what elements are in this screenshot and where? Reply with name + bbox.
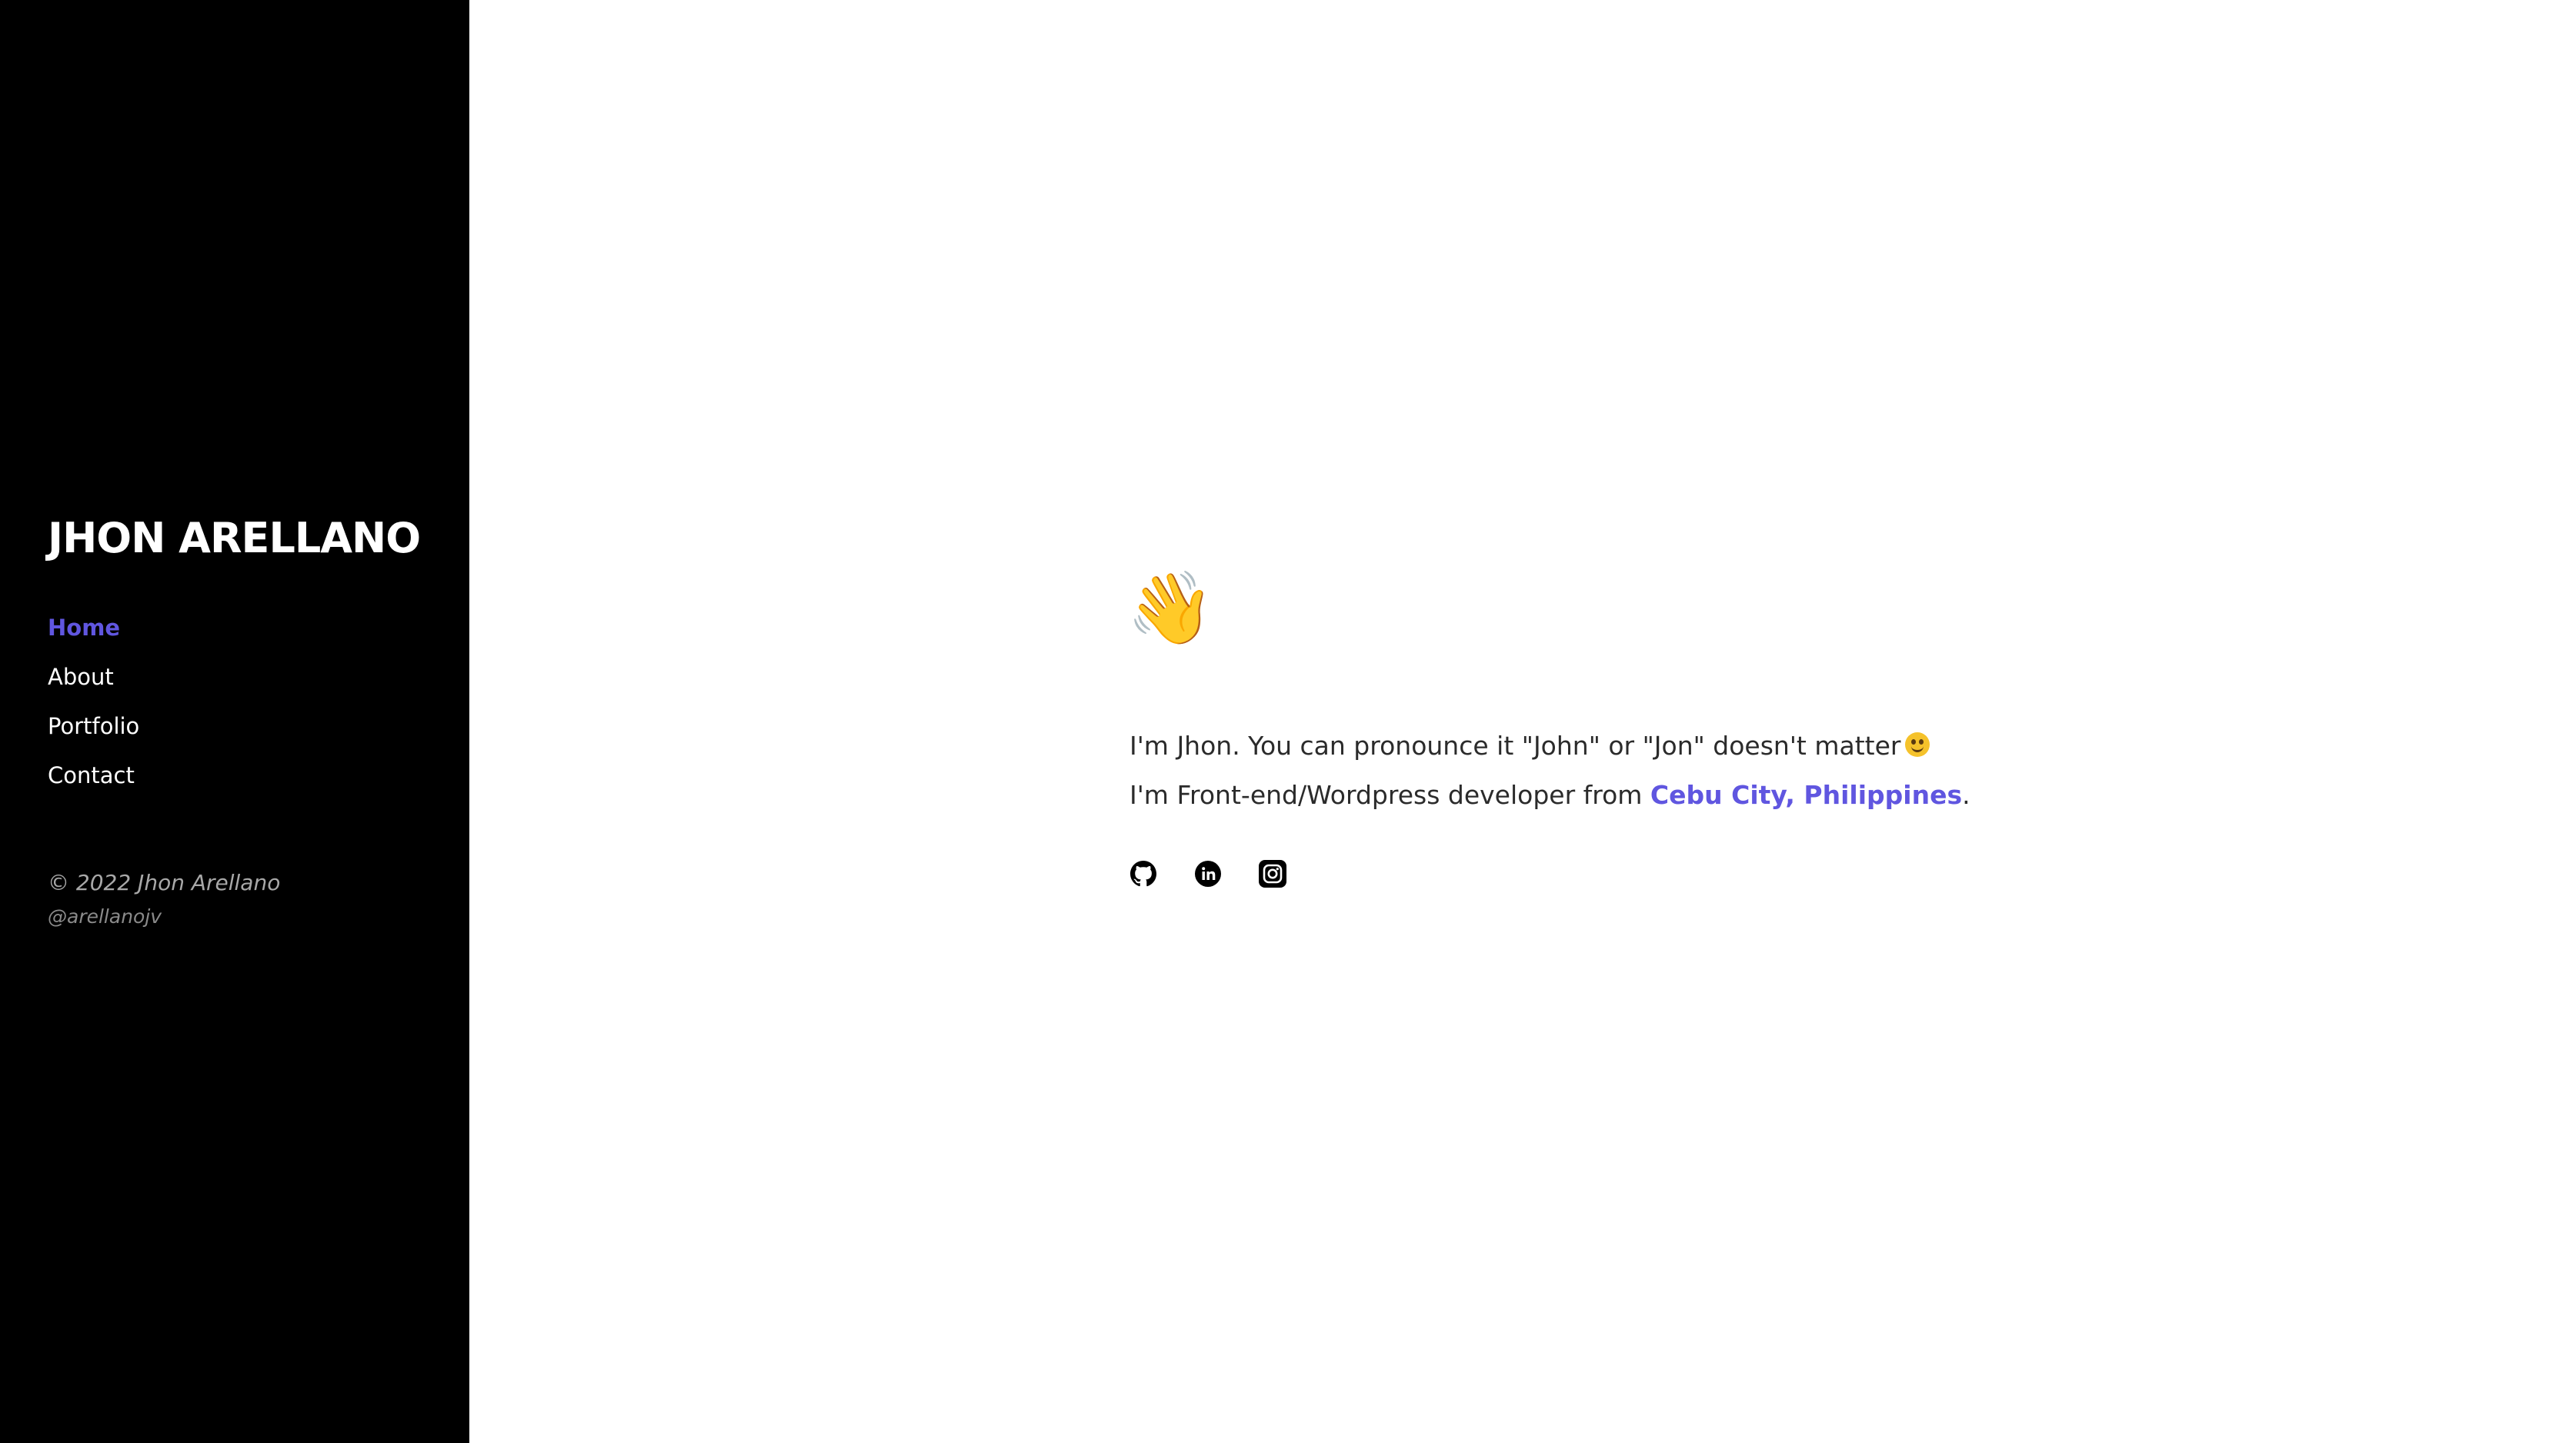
copyright-text: © 2022 Jhon Arellano bbox=[48, 870, 281, 895]
intro-line-2: I'm Front-end/Wordpress developer from C… bbox=[1130, 771, 2207, 820]
intro-line-2-prefix: I'm Front-end/Wordpress developer from bbox=[1130, 780, 1650, 810]
nav-item-home: Home bbox=[48, 612, 139, 662]
intro-section: 👋 I'm Jhon. You can pronounce it "John" … bbox=[1126, 566, 2207, 888]
site-title[interactable]: JHON ARELLANO bbox=[48, 509, 421, 568]
sidebar-footer: © 2022 Jhon Arellano @arellanojv bbox=[48, 868, 280, 931]
nav-link-portfolio[interactable]: Portfolio bbox=[48, 711, 139, 741]
instagram-icon bbox=[1259, 860, 1286, 888]
social-links bbox=[1130, 860, 2207, 888]
main-content: 👋 I'm Jhon. You can pronounce it "John" … bbox=[469, 0, 2576, 1443]
waving-hand-icon: 👋 bbox=[1126, 567, 1215, 649]
intro-line-1: I'm Jhon. You can pronounce it "John" or… bbox=[1130, 722, 2207, 771]
sidebar: JHON ARELLANO Home About Portfolio Conta… bbox=[0, 0, 469, 1443]
linkedin-icon bbox=[1195, 861, 1221, 887]
linkedin-link[interactable] bbox=[1194, 860, 1222, 888]
social-handle: @arellanojv bbox=[48, 905, 162, 928]
smiling-face-icon bbox=[1905, 732, 1930, 757]
nav-item-portfolio: Portfolio bbox=[48, 711, 139, 760]
nav-link-about[interactable]: About bbox=[48, 662, 114, 692]
location-link[interactable]: Cebu City, Philippines bbox=[1650, 780, 1962, 810]
nav-item-about: About bbox=[48, 662, 139, 711]
instagram-link[interactable] bbox=[1259, 860, 1286, 888]
github-icon bbox=[1130, 861, 1156, 887]
intro-text: I'm Jhon. You can pronounce it "John" or… bbox=[1130, 722, 2207, 820]
github-link[interactable] bbox=[1130, 860, 1157, 888]
intro-line-2-suffix: . bbox=[1962, 780, 1970, 810]
page: JHON ARELLANO Home About Portfolio Conta… bbox=[0, 0, 2576, 1443]
nav-item-contact: Contact bbox=[48, 760, 139, 809]
main-nav: Home About Portfolio Contact bbox=[48, 612, 139, 809]
nav-link-contact[interactable]: Contact bbox=[48, 760, 135, 791]
nav-link-home[interactable]: Home bbox=[48, 612, 120, 643]
intro-line-1-text: I'm Jhon. You can pronounce it "John" or… bbox=[1130, 731, 1901, 761]
